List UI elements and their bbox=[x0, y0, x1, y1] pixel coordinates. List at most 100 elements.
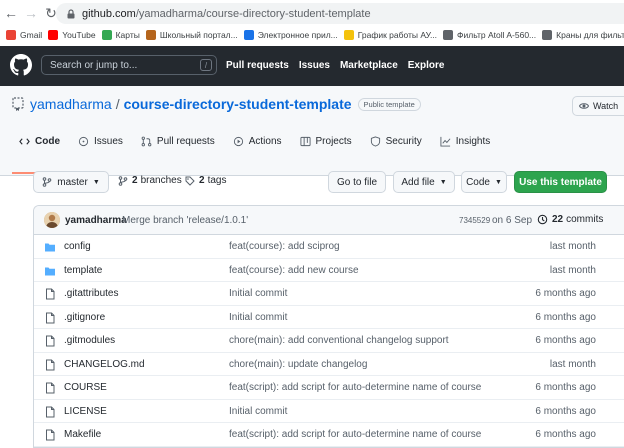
nav-marketplace[interactable]: Marketplace bbox=[340, 60, 398, 71]
tab-issues[interactable]: Issues bbox=[69, 132, 132, 150]
file-icon bbox=[46, 429, 55, 441]
go-to-file-label: Go to file bbox=[336, 176, 378, 188]
table-row[interactable]: CHANGELOG.md chore(main): update changelo… bbox=[34, 353, 624, 376]
forward-arrow-icon[interactable]: → bbox=[22, 4, 40, 22]
tab-pull-requests[interactable]: Pull requests bbox=[132, 132, 224, 150]
commits-history-link[interactable]: 22 commits bbox=[537, 214, 603, 225]
bookmark-item[interactable]: Краны для фильтр... bbox=[542, 30, 624, 40]
commit-date: on 6 Sep bbox=[492, 215, 533, 226]
address-bar[interactable]: github.com/yamadharma/course-directory-s… bbox=[56, 3, 624, 24]
bookmark-label: График работы АУ... bbox=[357, 30, 438, 40]
table-row[interactable]: template feat(course): add new course last… bbox=[34, 259, 624, 282]
branch-icon bbox=[118, 175, 128, 186]
table-row[interactable]: config feat(course): add sciprog last mont… bbox=[34, 235, 624, 259]
file-name-link[interactable]: CHANGELOG.md bbox=[64, 359, 145, 370]
nav-explore[interactable]: Explore bbox=[408, 60, 445, 71]
table-row[interactable]: Makefile feat(script): add script for aut… bbox=[34, 423, 624, 447]
tags-link[interactable]: 2 tags bbox=[185, 175, 226, 186]
bookmark-item[interactable]: Фильтр Atoll A-560... bbox=[443, 30, 536, 40]
watch-button[interactable]: Watch bbox=[572, 96, 624, 116]
bookmark-item[interactable]: График работы АУ... bbox=[343, 30, 438, 40]
bookmark-item[interactable]: YouTube bbox=[48, 30, 96, 40]
file-name-link[interactable]: .gitattributes bbox=[64, 288, 118, 299]
table-row[interactable]: COURSE feat(script): add script for auto-… bbox=[34, 376, 624, 400]
repo-owner-link[interactable]: yamadharma bbox=[30, 96, 112, 112]
file-commit-message-link[interactable]: chore(main): update changelog bbox=[229, 359, 367, 370]
search-input[interactable]: Search or jump to... / bbox=[41, 55, 217, 75]
table-row[interactable]: .gitignore Initial commit 6 months ago bbox=[34, 306, 624, 329]
tab-projects[interactable]: Projects bbox=[291, 132, 361, 150]
projects-icon bbox=[299, 136, 311, 146]
eye-icon bbox=[579, 103, 589, 109]
file-commit-message-link[interactable]: Initial commit bbox=[229, 288, 287, 299]
school-portal-icon bbox=[145, 30, 156, 40]
bookmark-item[interactable]: Школьный портал... bbox=[145, 30, 238, 40]
commit-author[interactable]: yamadharma bbox=[65, 215, 127, 226]
file-commit-message-link[interactable]: Initial commit bbox=[229, 406, 287, 417]
table-row[interactable]: LICENSE Initial commit 6 months ago bbox=[34, 400, 624, 423]
graph-icon bbox=[440, 136, 451, 147]
bookmark-label: YouTube bbox=[62, 30, 96, 40]
tab-label: Security bbox=[385, 135, 422, 147]
branch-select-button[interactable]: master ▼ bbox=[33, 171, 109, 193]
file-commit-message-link[interactable]: feat(course): add new course bbox=[229, 265, 359, 276]
code-label: Code bbox=[466, 176, 490, 188]
tab-label: Issues bbox=[94, 135, 123, 147]
file-commit-message-link[interactable]: feat(script): add script for auto-determ… bbox=[229, 429, 481, 440]
bookmark-item[interactable]: Электронное прил... bbox=[243, 30, 338, 40]
file-name-link[interactable]: config bbox=[64, 241, 91, 252]
tab-security[interactable]: Security bbox=[361, 132, 431, 150]
schedule-icon bbox=[343, 30, 354, 40]
code-button[interactable]: Code ▼ bbox=[461, 171, 507, 193]
chevron-down-icon: ▼ bbox=[439, 178, 447, 186]
file-browser: yamadharma Merge branch 'release/1.0.1' … bbox=[33, 205, 624, 448]
file-commit-message-link[interactable]: chore(main): add conventional changelog … bbox=[229, 335, 449, 346]
file-icon bbox=[46, 382, 55, 394]
back-arrow-icon[interactable]: ← bbox=[2, 4, 20, 22]
bookmark-item[interactable]: Карты bbox=[101, 30, 140, 40]
branches-link[interactable]: 2 branches bbox=[118, 175, 182, 186]
file-commit-message-link[interactable]: Initial commit bbox=[229, 312, 287, 323]
tab-code[interactable]: Code bbox=[10, 132, 69, 150]
file-commit-message-link[interactable]: feat(course): add sciprog bbox=[229, 241, 340, 252]
code-icon bbox=[19, 137, 30, 145]
avatar[interactable] bbox=[44, 212, 60, 228]
file-icon bbox=[46, 312, 55, 323]
file-icon bbox=[46, 335, 55, 347]
commit-message[interactable]: Merge branch 'release/1.0.1' bbox=[122, 215, 248, 226]
nav-issues[interactable]: Issues bbox=[299, 60, 330, 71]
use-this-template-button[interactable]: Use this template bbox=[514, 171, 607, 193]
file-commit-message-link[interactable]: feat(script): add script for auto-determ… bbox=[229, 382, 481, 393]
file-icon bbox=[46, 359, 55, 370]
file-name-link[interactable]: .gitignore bbox=[64, 312, 105, 323]
file-name-link[interactable]: LICENSE bbox=[64, 406, 107, 417]
commit-sha[interactable]: 7345529 bbox=[459, 216, 490, 225]
add-file-button[interactable]: Add file ▼ bbox=[393, 171, 455, 193]
repo-separator: / bbox=[115, 96, 120, 112]
search-placeholder: Search or jump to... bbox=[50, 59, 138, 71]
file-commit-age: 6 months ago bbox=[535, 335, 596, 346]
table-row[interactable]: .gitmodules chore(main): add conventional… bbox=[34, 329, 624, 353]
tags-count: 2 bbox=[199, 175, 205, 186]
file-icon bbox=[46, 406, 55, 417]
folder-icon bbox=[45, 243, 55, 252]
bookmark-label: Краны для фильтр... bbox=[556, 30, 624, 40]
file-name-link[interactable]: Makefile bbox=[64, 429, 101, 440]
chevron-down-icon: ▼ bbox=[92, 178, 100, 186]
maps-icon bbox=[101, 30, 112, 40]
table-row[interactable]: .gitattributes Initial commit 6 months ago bbox=[34, 282, 624, 306]
tab-actions[interactable]: Actions bbox=[224, 132, 291, 150]
actions-icon bbox=[233, 136, 243, 146]
file-name-link[interactable]: template bbox=[64, 265, 102, 276]
nav-pull-requests[interactable]: Pull requests bbox=[226, 60, 289, 71]
file-name-link[interactable]: COURSE bbox=[64, 382, 107, 393]
tab-insights[interactable]: Insights bbox=[431, 132, 499, 150]
bookmark-label: Электронное прил... bbox=[257, 30, 338, 40]
browser-toolbar: ← → ↻ github.com/yamadharma/course-direc… bbox=[0, 0, 624, 26]
branches-label: branches bbox=[140, 175, 182, 186]
github-logo-icon[interactable] bbox=[10, 54, 32, 76]
bookmark-item[interactable]: Gmail bbox=[6, 30, 42, 40]
go-to-file-button[interactable]: Go to file bbox=[328, 171, 386, 193]
file-name-link[interactable]: .gitmodules bbox=[64, 335, 115, 346]
repo-name-link[interactable]: course-directory-student-template bbox=[124, 96, 352, 112]
